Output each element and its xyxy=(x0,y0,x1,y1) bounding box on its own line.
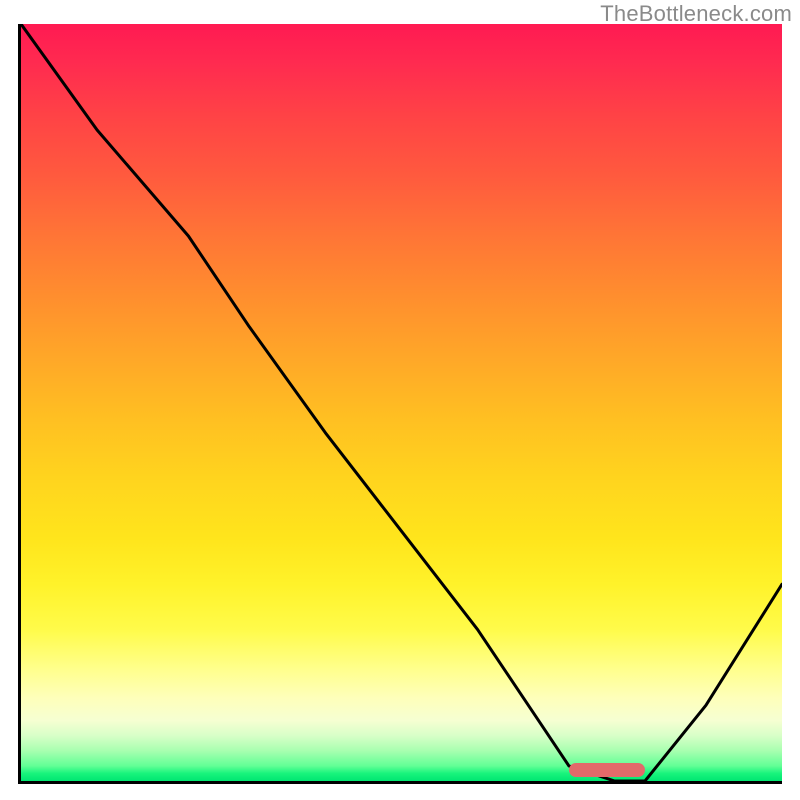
watermark-text: TheBottleneck.com xyxy=(600,1,792,27)
chart-plot-area xyxy=(18,24,782,784)
chart-line-series xyxy=(21,24,782,781)
chart-highlight-marker xyxy=(569,763,645,777)
